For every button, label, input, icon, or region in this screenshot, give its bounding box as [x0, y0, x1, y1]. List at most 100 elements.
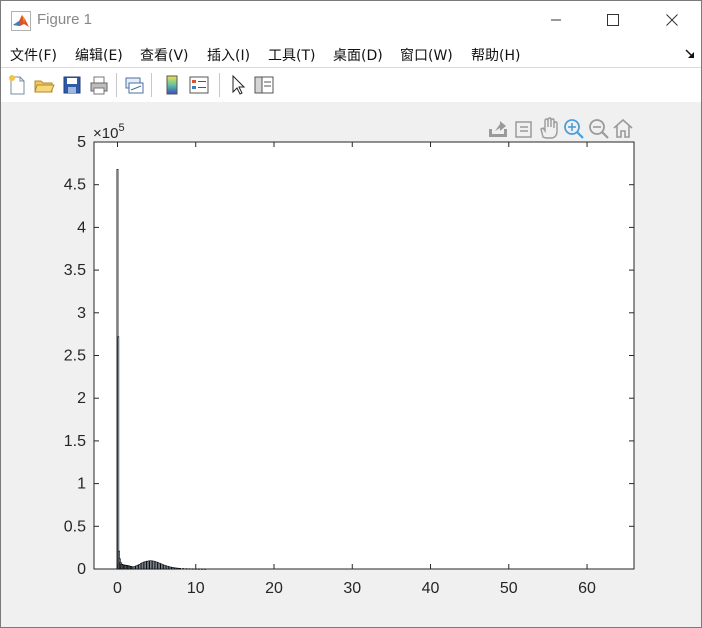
- bar: [201, 568, 203, 570]
- menu-edit[interactable]: 编辑(E): [75, 45, 123, 65]
- save-icon[interactable]: [61, 74, 83, 96]
- bar: [188, 568, 191, 570]
- close-button[interactable]: [649, 1, 695, 39]
- bar: [133, 566, 136, 570]
- figure-toolbar: [1, 67, 701, 103]
- bar: [169, 566, 172, 570]
- bar: [160, 563, 163, 570]
- print-icon[interactable]: [88, 74, 110, 96]
- bar: [171, 567, 174, 570]
- menu-tools[interactable]: 工具(T): [268, 45, 315, 65]
- bar: [168, 566, 171, 570]
- bar: [147, 560, 150, 570]
- open-file-icon[interactable]: [33, 74, 55, 96]
- bar: [151, 560, 153, 570]
- bar: [140, 563, 142, 570]
- y-tick-label: 0.5: [64, 518, 86, 535]
- menu-window[interactable]: 窗口(W): [400, 45, 453, 65]
- bar: [157, 562, 160, 570]
- bar: [166, 565, 169, 570]
- bar: [155, 561, 158, 570]
- axes-background: [93, 141, 635, 570]
- bar: [182, 568, 185, 570]
- x-tick-label: 60: [578, 580, 596, 597]
- window-title: Figure 1: [37, 11, 93, 28]
- y-tick-label: 4.5: [64, 177, 86, 194]
- y-exponent-label: ×105: [93, 122, 125, 142]
- property-inspector-icon[interactable]: [253, 74, 275, 96]
- menu-view[interactable]: 查看(V): [140, 45, 189, 65]
- y-tick-label: 4: [77, 219, 86, 236]
- bar: [163, 564, 166, 570]
- figure-window: Figure 1 文件(F) 编辑(E) 查看(V) 插入(I) 工具(T) 桌…: [0, 0, 702, 628]
- bar: [138, 563, 141, 570]
- toolbar-separator: [219, 73, 220, 97]
- bar: [141, 562, 144, 570]
- bar: [154, 561, 156, 570]
- link-plot-icon[interactable]: [123, 74, 145, 96]
- pan-icon[interactable]: [540, 117, 558, 139]
- zoom-in-icon[interactable]: [564, 119, 584, 139]
- toolbar-separator: [151, 73, 152, 97]
- bar: [143, 561, 145, 570]
- y-tick-label: 2.5: [64, 348, 86, 365]
- zoom-out-icon[interactable]: [589, 119, 609, 139]
- y-tick-label: 3.5: [64, 262, 86, 279]
- restore-view-icon[interactable]: [613, 118, 633, 138]
- maximize-icon: [607, 14, 619, 26]
- matlab-logo-icon: [11, 11, 31, 31]
- bar: [197, 568, 200, 570]
- bar: [185, 568, 188, 570]
- bar: [174, 567, 177, 570]
- edit-plot-icon[interactable]: [227, 74, 249, 96]
- bar: [177, 567, 180, 570]
- minimize-button[interactable]: [533, 1, 579, 39]
- bar: [117, 336, 120, 570]
- menu-desktop[interactable]: 桌面(D): [333, 45, 383, 65]
- menu-help[interactable]: 帮助(H): [471, 45, 520, 65]
- bar: [132, 566, 135, 570]
- x-tick-label: 30: [343, 580, 361, 597]
- bar: [161, 564, 164, 570]
- y-tick-label: 2: [77, 390, 86, 407]
- dock-arrow-icon[interactable]: [685, 49, 695, 59]
- axes-toolbar: [489, 117, 633, 139]
- bar: [191, 568, 194, 570]
- x-tick-label: 20: [265, 580, 283, 597]
- y-tick-label: 0: [77, 561, 86, 578]
- y-tick-label: 1.5: [64, 433, 86, 450]
- bar: [172, 567, 175, 570]
- insert-colorbar-icon[interactable]: [161, 74, 183, 96]
- bar: [136, 564, 139, 570]
- bar: [152, 560, 155, 570]
- bar: [158, 562, 161, 570]
- x-tick-label: 0: [113, 580, 122, 597]
- menu-insert[interactable]: 插入(I): [207, 45, 250, 65]
- maximize-button[interactable]: [590, 1, 636, 39]
- bar: [165, 565, 167, 570]
- title-bar[interactable]: Figure 1: [1, 1, 701, 39]
- new-figure-icon[interactable]: [6, 74, 28, 96]
- menu-bar: 文件(F) 编辑(E) 查看(V) 插入(I) 工具(T) 桌面(D) 窗口(W…: [1, 39, 701, 67]
- bar: [144, 561, 147, 570]
- y-tick-label: 1: [77, 476, 86, 493]
- x-tick-label: 10: [187, 580, 205, 597]
- bar: [176, 567, 178, 570]
- bar: [146, 560, 149, 570]
- bar: [135, 565, 138, 570]
- menu-file[interactable]: 文件(F): [10, 45, 57, 65]
- x-tick-label: 40: [422, 580, 440, 597]
- export-icon[interactable]: [489, 121, 507, 137]
- bar: [179, 568, 181, 570]
- bar: [204, 568, 207, 570]
- y-tick-label: 3: [77, 305, 86, 322]
- figure-canvas[interactable]: 0 0.5 1 1.5 2 2.5 3 3.5 4 4.5 5 0 10 20 30 40 50 60 ×105: [1, 102, 701, 627]
- brush-data-icon[interactable]: [515, 121, 532, 138]
- plot-area[interactable]: 0 0.5 1 1.5 2 2.5 3 3.5 4 4.5 5 0 10 20 30 40 50 60 ×105: [1, 102, 701, 627]
- insert-legend-icon[interactable]: [188, 74, 210, 96]
- y-tick-label: 5: [77, 134, 86, 151]
- x-tick-label: 50: [500, 580, 518, 597]
- toolbar-separator: [116, 73, 117, 97]
- close-icon: [666, 14, 678, 26]
- bar: [149, 560, 152, 570]
